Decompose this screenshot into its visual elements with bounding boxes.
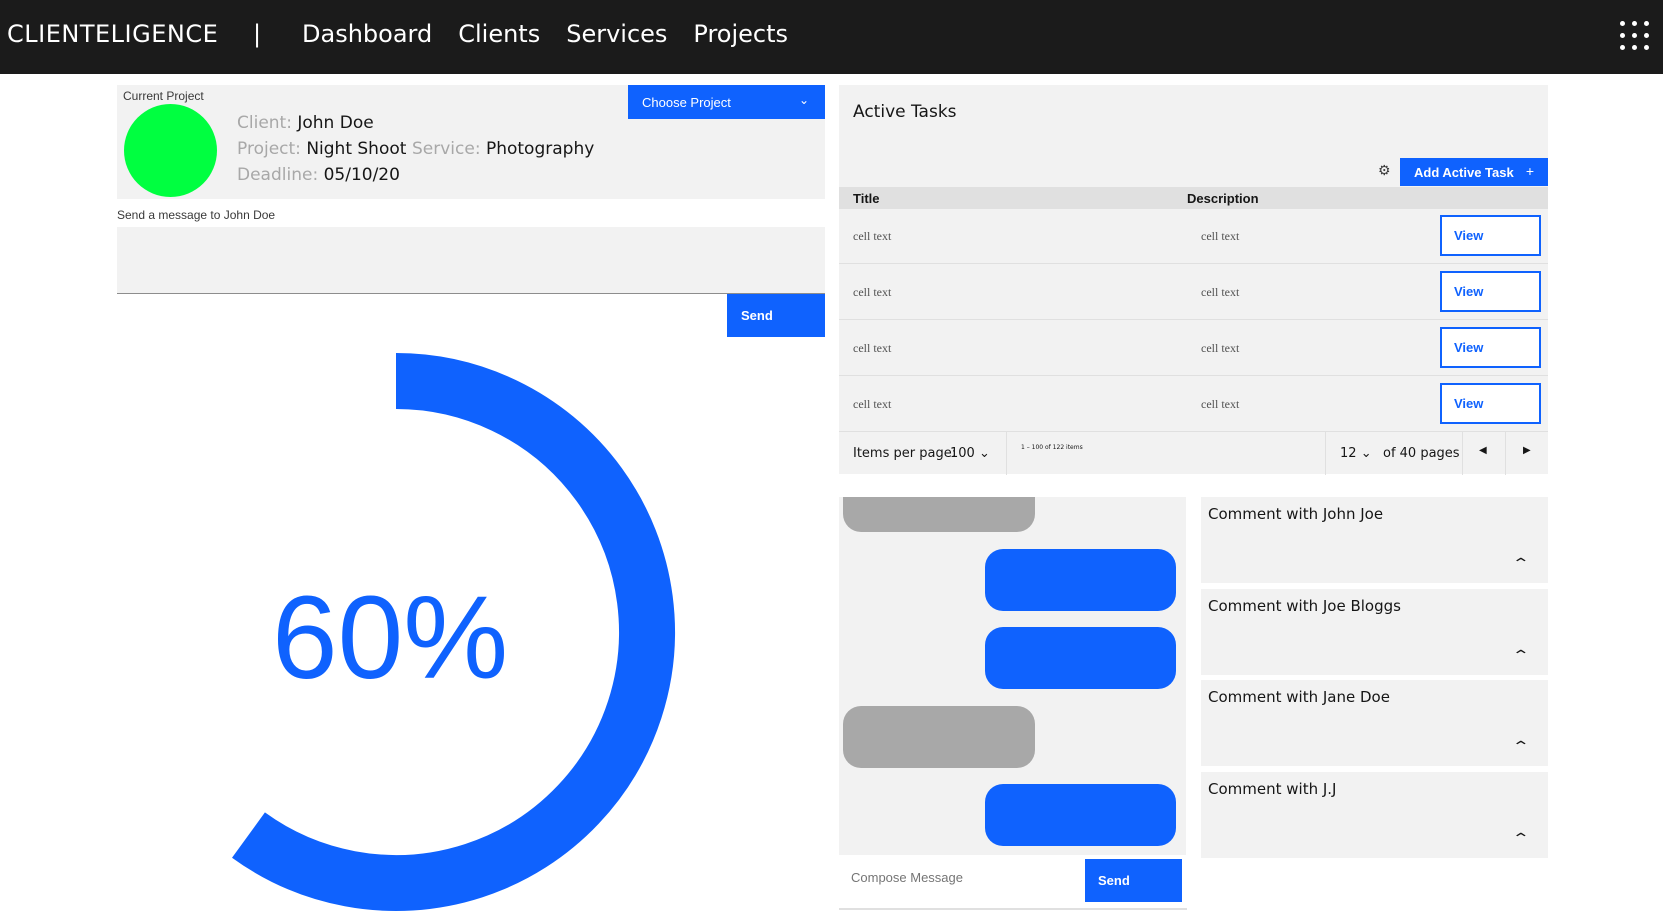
chevron-up-icon[interactable]: ⌃ [1511,555,1530,572]
view-task-button[interactable]: View [1440,383,1541,424]
client-key: Client: [237,113,292,133]
chevron-up-icon[interactable]: ⌃ [1511,647,1530,664]
task-title-cell: cell text [853,285,892,299]
next-page-icon[interactable]: ▶ [1523,445,1531,456]
items-per-page-select[interactable]: 100 ⌄ [950,446,990,461]
pagination-divider [1505,432,1506,475]
comment-thread[interactable]: Comment with Jane Doe ⌃ [1201,680,1548,766]
add-active-task-button[interactable]: Add Active Task + [1400,158,1548,186]
task-description-cell: cell text [1201,285,1240,299]
comment-title: Comment with J.J [1208,780,1337,798]
project-status-indicator [124,104,217,197]
project-key: Project: [237,139,301,159]
send-message-button[interactable]: Send [727,294,825,337]
brand-logo[interactable]: CLIENTELIGENCE [7,20,218,48]
chat-bubble-outgoing [985,627,1176,689]
nav-link-services[interactable]: Services [566,20,667,48]
view-task-button[interactable]: View [1440,215,1541,256]
project-info: Project: Night Shoot [237,139,406,159]
items-per-page-value: 100 [950,446,975,461]
pagination-divider [1462,432,1463,475]
pagination-divider [1006,432,1007,475]
table-row: cell text cell text View [839,209,1548,264]
service-info: Service: Photography [412,139,594,159]
table-header: Title Description [839,187,1548,209]
chat-bubble-incoming [843,497,1035,532]
client-info: Client: John Doe [237,113,374,133]
column-header-description[interactable]: Description [1187,191,1259,206]
deadline-key: Deadline: [237,165,319,185]
nav-link-projects[interactable]: Projects [693,20,788,48]
compose-bar: Send [839,857,1187,910]
task-title-cell: cell text [853,397,892,411]
current-project-card: Current Project Client: John Doe Project… [117,85,825,199]
progress-percent: 60% [272,572,509,704]
brand-separator: | [253,20,262,48]
nav-link-clients[interactable]: Clients [458,20,540,48]
pagination-range-text: 1 – 100 of 122 items [1021,444,1083,451]
message-input[interactable] [117,227,825,294]
total-pages-text: of 40 pages [1383,446,1460,461]
service-key: Service: [412,139,481,159]
chevron-up-icon[interactable]: ⌃ [1511,830,1530,847]
comment-thread[interactable]: Comment with Joe Bloggs ⌃ [1201,589,1548,675]
page-select-value: 12 [1340,446,1357,461]
message-label: Send a message to John Doe [117,208,276,222]
service-value: Photography [485,139,595,159]
task-description-cell: cell text [1201,397,1240,411]
items-per-page-label: Items per page: [853,446,957,461]
active-tasks-panel: Active Tasks ⚙ Add Active Task + Title D… [839,85,1548,475]
table-pagination: Items per page: 100 ⌄ 1 – 100 of 122 ite… [839,431,1548,475]
comment-title: Comment with Joe Bloggs [1208,597,1401,615]
choose-project-label: Choose Project [642,94,731,110]
table-row: cell text cell text View [839,377,1548,432]
task-description-cell: cell text [1201,229,1240,243]
top-nav: CLIENTELIGENCE | Dashboard Clients Servi… [0,0,1663,74]
gear-icon[interactable]: ⚙ [1378,162,1391,179]
deadline-info: Deadline: 05/10/20 [237,165,400,185]
send-chat-button[interactable]: Send [1085,859,1182,902]
main-nav: Dashboard Clients Services Projects [302,20,788,48]
plus-icon: + [1525,163,1534,179]
chat-bubble-outgoing [985,784,1176,846]
previous-page-icon[interactable]: ◀ [1479,445,1487,456]
table-row: cell text cell text View [839,321,1548,376]
choose-project-dropdown[interactable]: Choose Project ⌄ [628,85,825,119]
deadline-value: 05/10/20 [323,165,400,185]
add-active-task-label: Add Active Task [1414,164,1514,180]
compose-message-input[interactable] [839,857,1079,897]
chevron-down-icon: ⌄ [798,93,809,107]
comment-title: Comment with John Joe [1208,505,1384,523]
task-description-cell: cell text [1201,341,1240,355]
page-select[interactable]: 12 ⌄ [1340,446,1372,461]
chat-thread[interactable] [839,497,1186,855]
view-task-button[interactable]: View [1440,327,1541,368]
chevron-down-icon: ⌄ [1360,446,1372,461]
task-title-cell: cell text [853,341,892,355]
client-value: John Doe [297,113,374,133]
table-row: cell text cell text View [839,265,1548,320]
comment-thread[interactable]: Comment with John Joe ⌃ [1201,497,1548,583]
chat-bubble-incoming [843,706,1035,768]
task-title-cell: cell text [853,229,892,243]
app-switcher-grid-icon[interactable] [1618,19,1652,53]
chevron-down-icon: ⌄ [978,446,990,461]
project-value: Night Shoot [306,139,407,159]
chevron-up-icon[interactable]: ⌃ [1511,738,1530,755]
current-project-caption: Current Project [123,89,204,103]
project-progress: 60% [117,340,677,920]
comment-thread[interactable]: Comment with J.J ⌃ [1201,772,1548,858]
nav-link-dashboard[interactable]: Dashboard [302,20,432,48]
active-tasks-title: Active Tasks [853,102,957,122]
pagination-divider [1325,432,1326,475]
view-task-button[interactable]: View [1440,271,1541,312]
chat-bubble-outgoing [985,549,1176,611]
column-header-title[interactable]: Title [853,191,880,206]
comment-title: Comment with Jane Doe [1208,688,1390,706]
